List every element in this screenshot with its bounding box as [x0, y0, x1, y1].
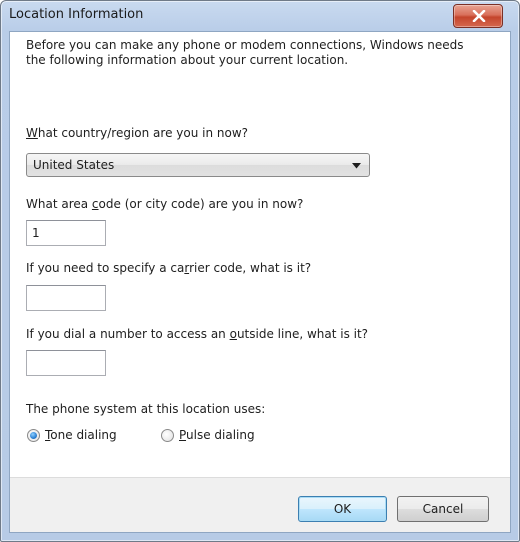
phone-system-label: The phone system at this location uses: — [26, 402, 266, 416]
pulse-dialing-label[interactable]: Pulse dialing — [179, 427, 255, 443]
location-information-dialog: Location Information Before you can make… — [0, 0, 520, 542]
pulse-dialing-radio[interactable] — [161, 429, 174, 442]
chevron-down-icon — [352, 163, 361, 169]
pulse-dialing-text: ulse dialing — [186, 428, 255, 442]
title-bar[interactable]: Location Information — [1, 1, 519, 31]
carrier-code-label-pre: If you need to specify a ca — [26, 261, 185, 275]
radio-selected-dot — [30, 432, 37, 439]
country-select[interactable]: United States — [26, 153, 370, 177]
outside-line-label-post: utside line, what is it? — [236, 327, 369, 341]
outside-line-input[interactable] — [26, 350, 106, 376]
ok-button[interactable]: OK — [298, 496, 387, 522]
tone-dialing-label[interactable]: Tone dialing — [45, 427, 117, 443]
window-title: Location Information — [9, 7, 144, 22]
description-line-1: Before you can make any phone or modem c… — [26, 38, 464, 52]
outside-line-label: If you dial a number to access an outsid… — [26, 326, 368, 342]
country-label: What country/region are you in now? — [26, 125, 248, 141]
area-code-input[interactable] — [26, 220, 106, 246]
tone-dialing-radio[interactable] — [27, 429, 40, 442]
carrier-code-label-post: rier code, what is it? — [189, 261, 312, 275]
country-selected-value: United States — [33, 158, 115, 172]
area-code-label: What area code (or city code) are you in… — [26, 196, 303, 212]
close-button[interactable] — [453, 4, 503, 28]
area-code-label-post: ode (or city code) are you in now? — [98, 197, 304, 211]
area-code-label-pre: What area — [26, 197, 92, 211]
close-icon — [472, 10, 486, 22]
outside-line-label-pre: If you dial a number to access an — [26, 327, 230, 341]
cancel-button[interactable]: Cancel — [397, 496, 489, 522]
description-line-2: the following information about your cur… — [26, 53, 349, 67]
outside-line-label-accesskey: o — [229, 327, 237, 341]
dialog-body — [9, 31, 511, 533]
carrier-code-label: If you need to specify a carrier code, w… — [26, 260, 311, 276]
tone-dialing-text: one dialing — [50, 428, 117, 442]
pulse-dialing-accesskey: P — [179, 428, 187, 442]
description-text: Before you can make any phone or modem c… — [26, 38, 498, 68]
carrier-code-input[interactable] — [26, 285, 106, 311]
area-code-label-accesskey: c — [91, 197, 99, 211]
country-label-post: hat country/region are you in now? — [37, 126, 249, 140]
country-label-accesskey: W — [26, 126, 38, 140]
